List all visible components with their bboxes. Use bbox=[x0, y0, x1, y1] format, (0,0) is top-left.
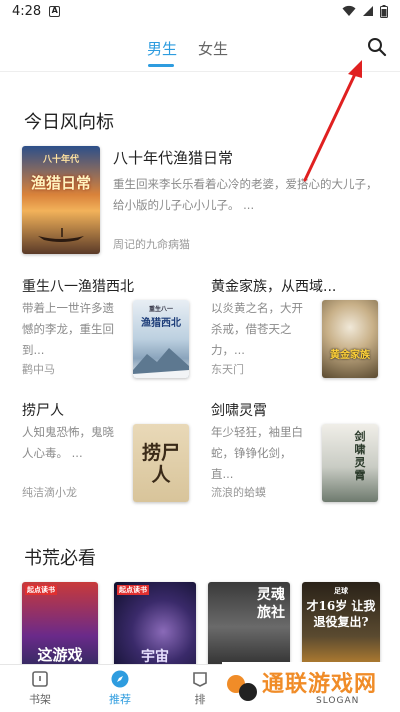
status-time: 4:28 bbox=[12, 3, 42, 19]
signal-icon bbox=[363, 6, 373, 16]
cover-title: 宇宙 bbox=[141, 649, 169, 665]
book-cover[interactable]: 剑啸灵霄 bbox=[322, 424, 378, 502]
book-author: 流浪的蛤蟆 bbox=[211, 486, 266, 499]
top-tab-bar: 男生 女生 bbox=[0, 22, 400, 72]
book-cover[interactable]: 起点读书 这游戏 bbox=[22, 582, 98, 672]
nav-recommend[interactable]: 推荐 bbox=[90, 669, 150, 707]
battery-icon bbox=[380, 4, 388, 18]
watermark-logo-icon bbox=[227, 675, 257, 701]
book-cover[interactable]: 重生八一 渔猎西北 bbox=[133, 300, 189, 378]
cover-title: 这游戏 bbox=[37, 646, 83, 664]
cover-title: 捞尸人 bbox=[141, 442, 180, 486]
featured-book-title[interactable]: 八十年代渔猎日常 bbox=[113, 147, 233, 168]
book-author: 东天门 bbox=[211, 363, 244, 376]
section-title-must-read: 书荒必看 bbox=[24, 548, 96, 569]
book-desc: 以炎黄之名，大开杀戒，借苍天之力，... bbox=[211, 301, 303, 357]
boat-icon bbox=[38, 228, 84, 242]
book-desc: 年少轻狂，袖里白蛇，铮铮化剑，直... bbox=[211, 425, 303, 481]
nav-label: 排 bbox=[194, 693, 206, 706]
cover-badge: 起点读书 bbox=[25, 585, 57, 595]
watermark-slogan: SLOGAN bbox=[316, 696, 360, 706]
tab-female[interactable]: 女生 bbox=[198, 38, 228, 59]
featured-cover-subtitle: 八十年代 bbox=[42, 155, 79, 165]
book-desc: 人知鬼恐怖，鬼晓人心毒。 ... bbox=[22, 425, 114, 460]
nav-bookshelf[interactable]: 书架 bbox=[10, 669, 70, 707]
cover-subtitle: 重生八一 bbox=[148, 306, 173, 313]
cover-badge: 足球 bbox=[334, 586, 348, 595]
book-cover[interactable]: 捞尸人 bbox=[133, 424, 189, 502]
book-cover[interactable]: 足球 才16岁 让我退役复出? bbox=[302, 582, 380, 672]
book-desc: 带着上一世许多遗憾的李龙，重生回到... bbox=[22, 301, 114, 357]
cover-title: 黄金家族 bbox=[330, 350, 370, 361]
status-bar: 4:28 A bbox=[0, 0, 400, 22]
book-title[interactable]: 黄金家族，从西域... bbox=[211, 276, 336, 296]
compass-icon bbox=[111, 670, 129, 688]
book-author: 鹳中马 bbox=[22, 363, 55, 376]
book-title[interactable]: 剑啸灵霄 bbox=[211, 400, 267, 420]
cover-title: 渔猎西北 bbox=[141, 318, 181, 329]
book-cover[interactable]: 灵魂旅社 bbox=[208, 582, 290, 672]
featured-book-desc: 重生回来李长乐看着心冷的老婆，爱搭心的大儿子，给小版的儿子心小儿子。 ... bbox=[113, 177, 378, 212]
cover-title: 剑啸灵霄 bbox=[354, 430, 366, 482]
cover-badge: 起点读书 bbox=[117, 585, 149, 595]
watermark-text: 通联游戏网 bbox=[262, 672, 378, 697]
section-title-trending: 今日风向标 bbox=[24, 112, 114, 133]
book-cover[interactable]: 起点读书 宇宙 bbox=[114, 582, 196, 672]
wifi-icon bbox=[342, 5, 356, 16]
search-icon[interactable] bbox=[366, 36, 388, 58]
book-author: 纯洁滴小龙 bbox=[22, 486, 77, 499]
nav-ranking[interactable]: 排 bbox=[170, 669, 230, 707]
cover-title: 灵魂旅社 bbox=[257, 587, 285, 621]
featured-book-cover[interactable]: 八十年代 渔猎日常 bbox=[22, 146, 100, 254]
app-notification-icon: A bbox=[49, 5, 61, 17]
watermark: 通联游戏网 SLOGAN bbox=[222, 662, 400, 712]
status-icons bbox=[342, 4, 388, 18]
book-title[interactable]: 捞尸人 bbox=[22, 400, 64, 420]
featured-cover-title: 渔猎日常 bbox=[30, 174, 91, 192]
active-tab-indicator bbox=[148, 64, 174, 67]
cover-title: 才16岁 让我退役复出? bbox=[306, 599, 376, 629]
nav-label: 书架 bbox=[29, 693, 51, 706]
rank-icon bbox=[193, 672, 207, 687]
featured-book-author: 周记的九命病猫 bbox=[113, 238, 190, 251]
bookshelf-icon bbox=[32, 671, 48, 687]
book-title[interactable]: 重生八一渔猎西北 bbox=[22, 276, 134, 296]
mountain-icon bbox=[133, 348, 189, 378]
nav-label: 推荐 bbox=[109, 693, 131, 706]
tab-male[interactable]: 男生 bbox=[147, 38, 177, 59]
book-cover[interactable]: 黄金家族 bbox=[322, 300, 378, 378]
